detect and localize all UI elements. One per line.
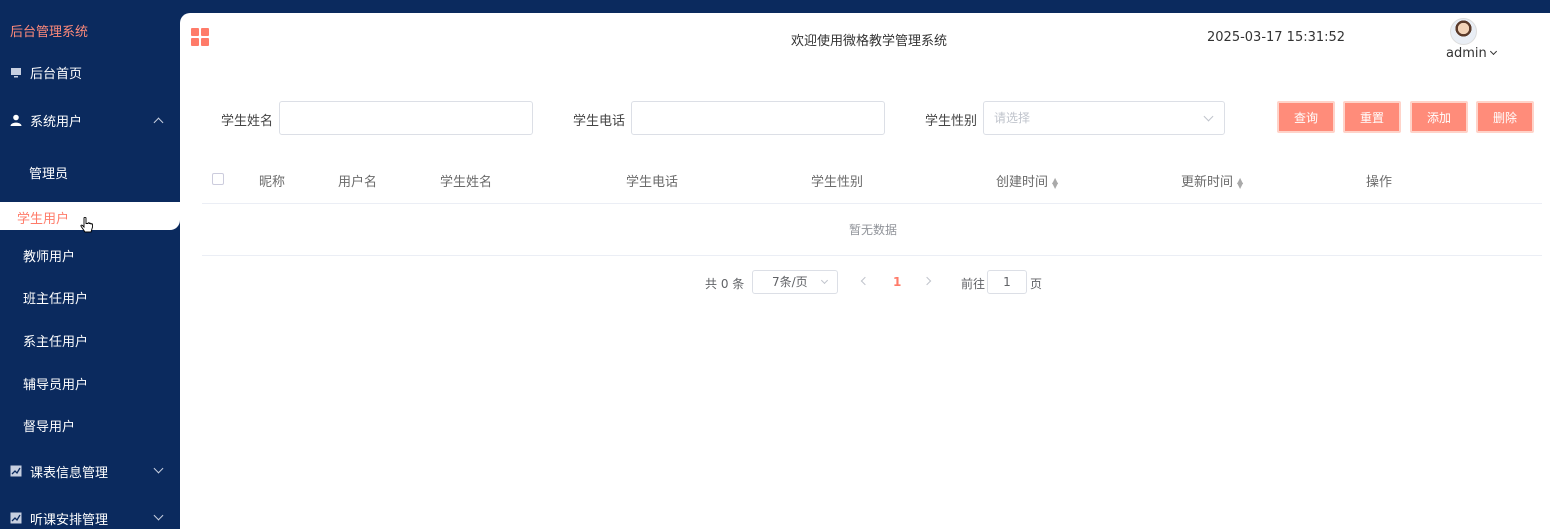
- nav-lecture-label: 听课安排管理: [30, 512, 109, 528]
- pointer-cursor-icon: [80, 217, 93, 233]
- brand-title: 后台管理系统: [10, 25, 89, 40]
- nav-system-users[interactable]: 系统用户: [0, 108, 180, 132]
- sidebar-item-teacher-users[interactable]: 教师用户: [23, 246, 75, 265]
- nav-lecture[interactable]: 听课安排管理: [0, 506, 180, 529]
- chevron-down-icon: [153, 463, 164, 474]
- student-gender-label: 学生性别: [925, 114, 978, 129]
- menu-grid-icon[interactable]: [191, 28, 209, 46]
- add-button[interactable]: 添加: [1410, 101, 1468, 133]
- chevron-down-icon: [153, 510, 164, 521]
- student-name-label: 学生姓名: [221, 114, 274, 129]
- col-actions: 操作: [1366, 175, 1393, 190]
- nav-schedule[interactable]: 课表信息管理: [0, 459, 180, 483]
- sort-icon[interactable]: ▲ ▼: [1052, 176, 1060, 189]
- col-nickname: 昵称: [259, 175, 286, 190]
- col-created-time[interactable]: 创建时间 ▲ ▼: [996, 171, 1060, 190]
- user-icon: [10, 114, 22, 126]
- col-student-phone: 学生电话: [626, 175, 679, 190]
- user-menu[interactable]: admin: [1446, 46, 1497, 61]
- student-phone-label: 学生电话: [573, 114, 626, 129]
- divider: [202, 203, 1542, 204]
- avatar[interactable]: [1450, 18, 1477, 45]
- pagination-total: 共 0 条: [705, 277, 745, 291]
- current-page[interactable]: 1: [893, 275, 901, 289]
- col-updated-time[interactable]: 更新时间 ▲ ▼: [1181, 171, 1245, 190]
- nav-home-label: 后台首页: [30, 66, 83, 82]
- sidebar-item-class-teacher-users[interactable]: 班主任用户: [23, 288, 88, 307]
- monitor-icon: [10, 66, 22, 78]
- delete-button[interactable]: 删除: [1476, 101, 1534, 133]
- chevron-down-icon: [1489, 47, 1497, 56]
- main-panel: 欢迎使用微格教学管理系统 2025-03-17 15:31:52 admin 学…: [180, 13, 1550, 529]
- col-created-time-label: 创建时间: [996, 175, 1049, 190]
- sidebar-item-student-users-label: 学生用户: [17, 212, 70, 227]
- chevron-down-icon: [820, 276, 829, 285]
- sidebar-item-student-users[interactable]: 学生用户: [0, 202, 180, 233]
- col-student-gender: 学生性别: [811, 175, 864, 190]
- empty-text: 暂无数据: [849, 223, 898, 237]
- page-size-value: 7条/页: [772, 275, 808, 289]
- sort-icon[interactable]: ▲ ▼: [1237, 176, 1245, 189]
- page-suffix: 页: [1030, 277, 1043, 291]
- goto-page-input[interactable]: 1: [987, 270, 1027, 294]
- next-page-icon[interactable]: [922, 276, 932, 286]
- gender-placeholder: 请选择: [994, 111, 1031, 125]
- chevron-up-icon: [153, 117, 164, 128]
- divider: [202, 255, 1542, 256]
- sidebar-item-admin[interactable]: 管理员: [29, 163, 68, 182]
- chevron-down-icon: [1203, 111, 1214, 122]
- user-name: admin: [1446, 46, 1487, 61]
- sidebar-item-supervisor-users[interactable]: 督导用户: [23, 416, 75, 435]
- nav-system-users-label: 系统用户: [30, 114, 83, 130]
- reset-button[interactable]: 重置: [1343, 101, 1401, 133]
- chart-icon: [10, 465, 22, 477]
- student-gender-select[interactable]: 请选择: [983, 101, 1225, 135]
- page-size-select[interactable]: 7条/页: [752, 270, 838, 294]
- goto-label: 前往: [961, 277, 986, 291]
- sidebar-item-counselor-users[interactable]: 辅导员用户: [23, 374, 88, 393]
- student-name-input[interactable]: [279, 101, 533, 135]
- student-phone-input[interactable]: [631, 101, 885, 135]
- nav-schedule-label: 课表信息管理: [30, 465, 109, 481]
- col-student-name: 学生姓名: [440, 175, 493, 190]
- nav-home[interactable]: 后台首页: [0, 60, 180, 84]
- select-all-checkbox[interactable]: [212, 173, 224, 185]
- prev-page-icon[interactable]: [860, 276, 870, 286]
- chart-icon: [10, 512, 22, 524]
- welcome-text: 欢迎使用微格教学管理系统: [791, 34, 948, 49]
- sidebar-item-dept-head-users[interactable]: 系主任用户: [23, 331, 88, 350]
- col-updated-time-label: 更新时间: [1181, 175, 1234, 190]
- query-button[interactable]: 查询: [1277, 101, 1335, 133]
- col-username: 用户名: [338, 175, 378, 190]
- datetime: 2025-03-17 15:31:52: [1207, 30, 1346, 45]
- sidebar: 后台管理系统 后台首页 系统用户 管理员 学生用户 教师用户 班主任用户 系主任…: [0, 0, 180, 529]
